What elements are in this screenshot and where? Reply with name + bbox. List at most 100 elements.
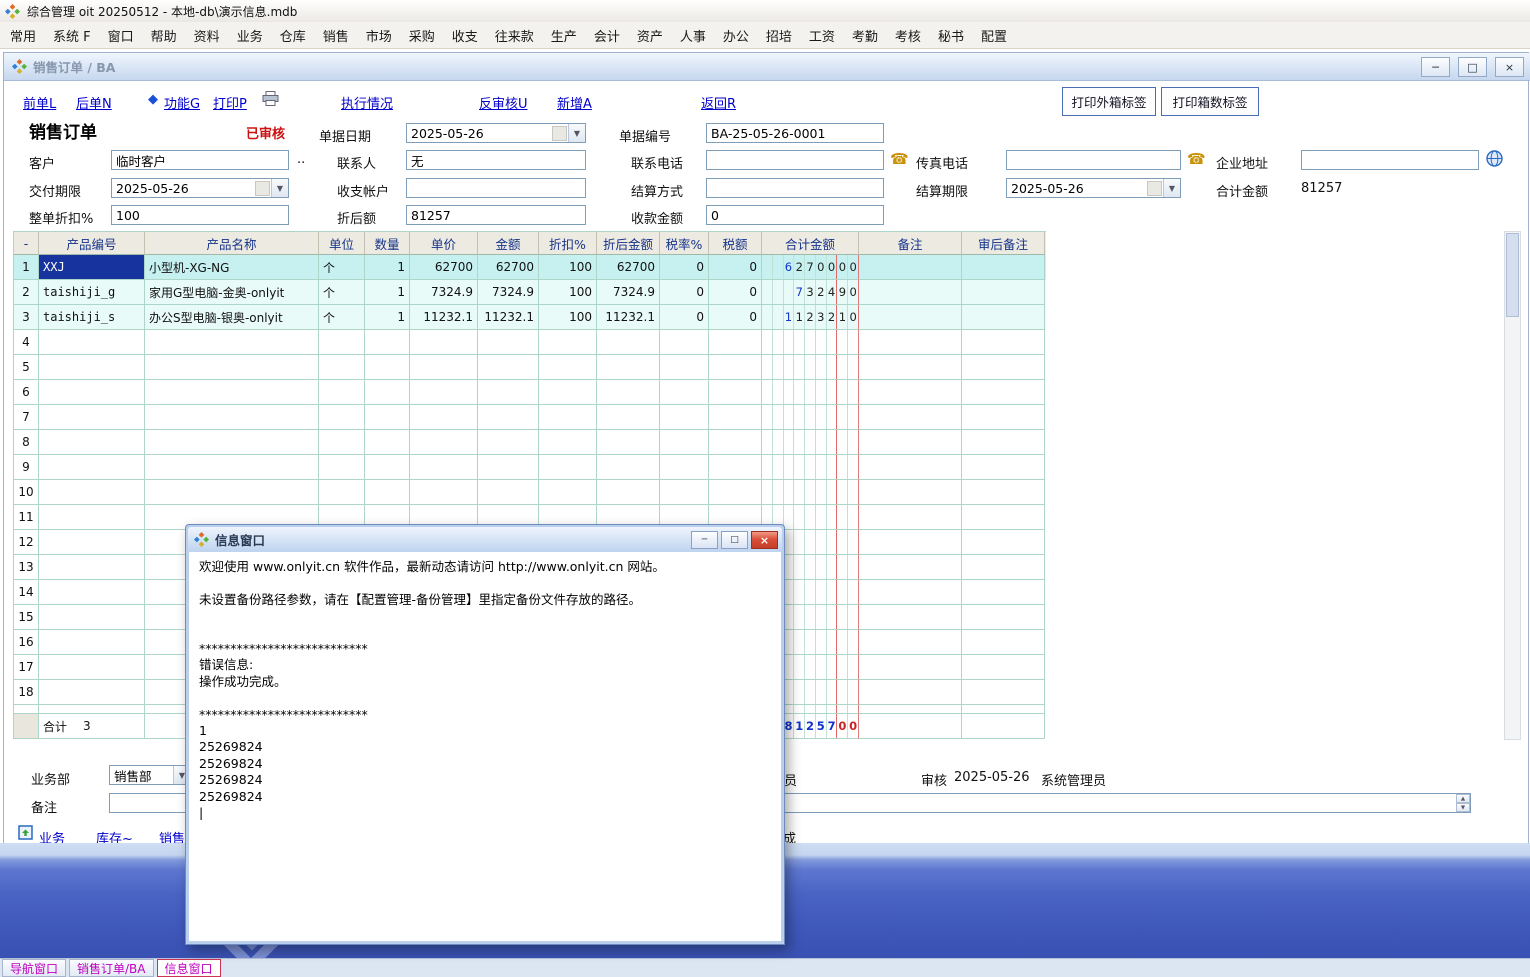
print-outer-box-label-button[interactable]: 打印外箱标签	[1062, 87, 1156, 116]
grid-vertical-scrollbar[interactable]	[1504, 231, 1521, 740]
menu-item[interactable]: 系统 F	[53, 26, 91, 45]
grid-header-cell[interactable]: 产品名称	[145, 232, 319, 255]
discount-pct-input[interactable]: 100	[111, 205, 289, 225]
popup-logo-icon	[194, 532, 209, 547]
taskbar-tab[interactable]: 导航窗口	[2, 959, 66, 977]
menu-item[interactable]: 往来款	[495, 26, 534, 45]
popup-content[interactable]: 欢迎使用 www.onlyit.cn 软件作品，最新动态请访问 http://w…	[189, 552, 781, 941]
grid-header-cell[interactable]: 产品编号	[39, 232, 145, 255]
after-discount-input[interactable]: 81257	[406, 205, 586, 225]
unaudit-link[interactable]: 反审核U	[479, 93, 528, 112]
scrollbar-thumb[interactable]	[1506, 233, 1519, 317]
cell-tax: 0	[709, 255, 762, 280]
add-new-link[interactable]: 新增A	[557, 93, 592, 112]
grid-header-cell[interactable]: 单位	[319, 232, 365, 255]
maximize-icon[interactable]: □	[1458, 57, 1487, 77]
grid-header-cell[interactable]: 数量	[365, 232, 410, 255]
grid-header-cell[interactable]: 合计金额	[762, 232, 859, 255]
table-row[interactable]: 1XXJ小型机-XG-NG个16270062700100627000062700…	[14, 255, 1046, 280]
cell-audit_note	[962, 255, 1045, 280]
prev-record-link[interactable]: 前单L	[23, 93, 56, 112]
taskbar-tab[interactable]: 信息窗口	[157, 959, 221, 977]
function-menu-link[interactable]: 功能G	[164, 93, 200, 112]
menu-item[interactable]: 帮助	[151, 26, 177, 45]
menu-item[interactable]: 资产	[637, 26, 663, 45]
fax-phone-icon[interactable]: ☎	[1187, 150, 1206, 168]
grid-header-cell[interactable]: 税额	[709, 232, 762, 255]
spin-up-icon[interactable]: ▲	[1456, 794, 1470, 803]
table-row[interactable]: 5	[14, 355, 1046, 380]
menu-item[interactable]: 收支	[452, 26, 478, 45]
dept-combobox[interactable]: 销售部 ▼	[109, 765, 191, 785]
spin-down-icon[interactable]: ▼	[1456, 803, 1470, 812]
audit-status-badge: 已审核	[246, 123, 285, 142]
table-row[interactable]: 8	[14, 430, 1046, 455]
exec-status-link[interactable]: 执行情况	[341, 93, 393, 112]
menu-item[interactable]: 业务	[237, 26, 263, 45]
toggle-panel-icon[interactable]	[18, 825, 33, 840]
grid-header-cell[interactable]: 金额	[478, 232, 539, 255]
settle-method-input[interactable]	[706, 178, 884, 198]
grid-header-cell[interactable]: 折后金额	[597, 232, 660, 255]
menu-item[interactable]: 销售	[323, 26, 349, 45]
grid-header-cell[interactable]: 税率%	[660, 232, 709, 255]
fax-input[interactable]	[1006, 150, 1181, 170]
chevron-down-icon[interactable]: ▼	[568, 124, 585, 142]
menu-item[interactable]: 办公	[723, 26, 749, 45]
table-row[interactable]: 10	[14, 480, 1046, 505]
menu-item[interactable]: 会计	[594, 26, 620, 45]
close-icon[interactable]: ×	[1495, 57, 1524, 77]
menu-item[interactable]: 仓库	[280, 26, 306, 45]
grid-header-cell[interactable]: 备注	[859, 232, 962, 255]
menu-item[interactable]: 工资	[809, 26, 835, 45]
menu-item[interactable]: 采购	[409, 26, 435, 45]
next-record-link[interactable]: 后单N	[76, 93, 112, 112]
menu-item[interactable]: 资料	[194, 26, 220, 45]
grid-header-cell[interactable]: 单价	[410, 232, 478, 255]
grid-header-cell[interactable]: 折扣%	[539, 232, 597, 255]
globe-icon[interactable]	[1486, 150, 1503, 167]
settle-date-input[interactable]: 2025-05-26 ▼	[1006, 178, 1181, 198]
print-link[interactable]: 打印P	[213, 93, 247, 112]
menu-item[interactable]: 配置	[981, 26, 1007, 45]
cell-code	[39, 555, 145, 580]
contact-input[interactable]: 无	[406, 150, 586, 170]
table-row[interactable]: 6	[14, 380, 1046, 405]
doc-date-input[interactable]: 2025-05-26 ▼	[406, 123, 586, 143]
table-row[interactable]: 7	[14, 405, 1046, 430]
account-input[interactable]	[406, 178, 586, 198]
chevron-down-icon[interactable]: ▼	[271, 179, 288, 197]
customer-input[interactable]: 临时客户	[111, 150, 289, 170]
back-link[interactable]: 返回R	[701, 93, 736, 112]
table-row[interactable]: 2taishiji_g家用G型电脑-金奥-onlyit个17324.97324.…	[14, 280, 1046, 305]
menu-item[interactable]: 招培	[766, 26, 792, 45]
grid-header-cell[interactable]: 审后备注	[962, 232, 1045, 255]
menu-item[interactable]: 考核	[895, 26, 921, 45]
menu-item[interactable]: 人事	[680, 26, 706, 45]
table-row[interactable]: 9	[14, 455, 1046, 480]
minimize-icon[interactable]: ─	[1421, 57, 1450, 77]
printer-icon[interactable]	[262, 91, 279, 106]
table-row[interactable]: 4	[14, 330, 1046, 355]
chevron-down-icon[interactable]: ▼	[1163, 179, 1180, 197]
deliver-date-input[interactable]: 2025-05-26 ▼	[111, 178, 289, 198]
popup-minimize-icon[interactable]: ─	[691, 531, 718, 549]
doc-no-input[interactable]: BA-25-05-26-0001	[706, 123, 884, 143]
popup-maximize-icon[interactable]: □	[721, 531, 748, 549]
phone-icon[interactable]: ☎	[890, 150, 909, 168]
customer-browse-dots[interactable]: ..	[297, 152, 305, 167]
print-box-count-label-button[interactable]: 打印箱数标签	[1161, 87, 1259, 116]
taskbar-tab[interactable]: 销售订单/BA	[69, 959, 154, 977]
table-row[interactable]: 3taishiji_s办公S型电脑-银奥-onlyit个111232.11123…	[14, 305, 1046, 330]
received-input[interactable]: 0	[706, 205, 884, 225]
menu-item[interactable]: 窗口	[108, 26, 134, 45]
address-input[interactable]	[1301, 150, 1479, 170]
grid-header-cell[interactable]: -	[14, 232, 39, 255]
menu-item[interactable]: 市场	[366, 26, 392, 45]
menu-item[interactable]: 常用	[10, 26, 36, 45]
phone-input[interactable]	[706, 150, 884, 170]
menu-item[interactable]: 生产	[551, 26, 577, 45]
menu-item[interactable]: 秘书	[938, 26, 964, 45]
popup-close-icon[interactable]: ×	[751, 531, 778, 549]
menu-item[interactable]: 考勤	[852, 26, 878, 45]
